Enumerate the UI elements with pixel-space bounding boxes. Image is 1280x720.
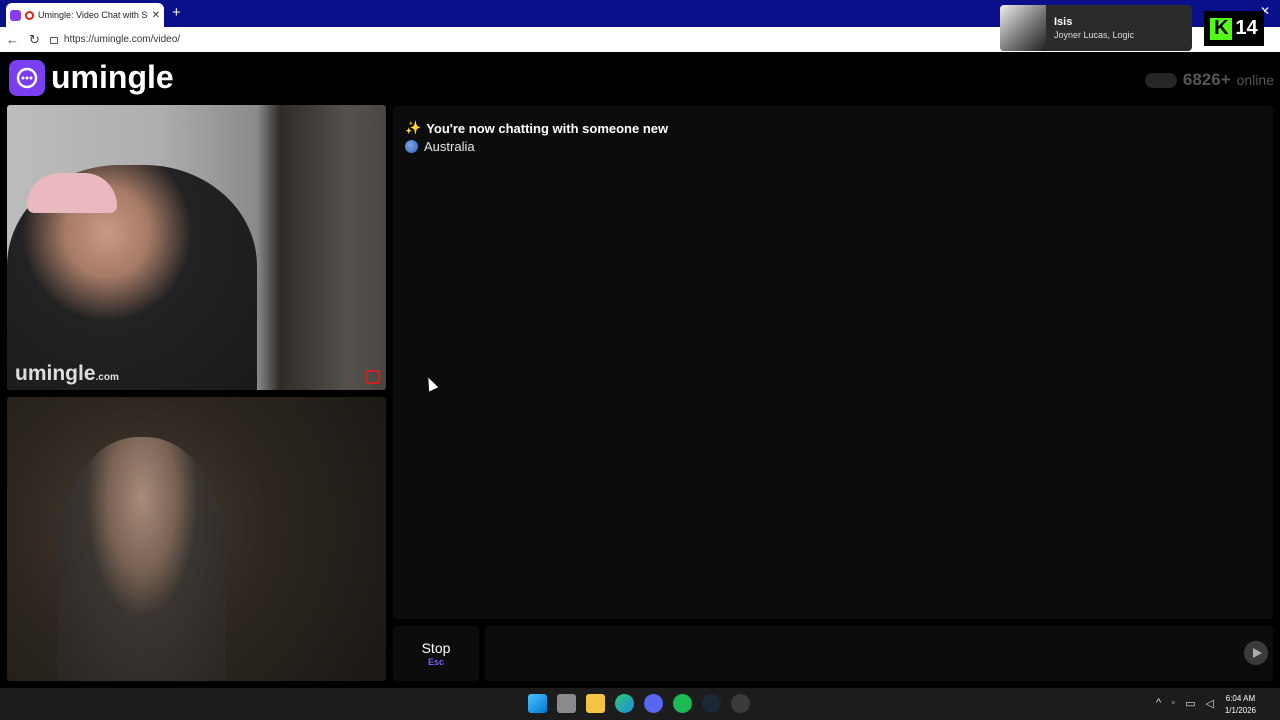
clock-date: 1/1/2026 <box>1224 706 1256 715</box>
stop-button[interactable]: Stop Esc <box>393 626 479 681</box>
sparkles-icon: ✨ <box>405 120 422 135</box>
new-tab-button[interactable]: + <box>172 4 181 21</box>
volume-icon[interactable]: ◁ <box>1206 697 1214 710</box>
song-title: Isis <box>1054 16 1073 28</box>
report-flag-icon[interactable] <box>366 370 380 384</box>
system-tray: ^ ◦ ▭ ◁ <box>1156 697 1214 710</box>
send-button[interactable] <box>1244 641 1268 665</box>
tab-title: Umingle: Video Chat with Stra <box>38 10 148 20</box>
online-count: 6826+ <box>1182 70 1231 89</box>
stranger-video: umingle.com <box>7 105 386 390</box>
theme-toggle[interactable] <box>1144 72 1177 88</box>
kick-logo-icon: K <box>1210 17 1233 40</box>
browser-tab[interactable]: Umingle: Video Chat with Stra ✕ <box>6 3 164 27</box>
url-field[interactable]: https://umingle.com/video/ <box>49 34 181 45</box>
recording-icon <box>25 10 34 20</box>
globe-icon <box>405 140 418 153</box>
chat-log: ✨ You're now chatting with someone new A… <box>393 106 1273 619</box>
online-label: online <box>1236 72 1274 88</box>
spotify-icon[interactable] <box>673 694 692 713</box>
self-video <box>7 397 386 681</box>
online-status: 6826+ online <box>1144 70 1274 90</box>
umingle-favicon-icon <box>10 9 21 21</box>
microphone-icon[interactable]: ◦ <box>1171 697 1175 710</box>
reload-icon[interactable]: ↻ <box>29 32 40 48</box>
logo-text: umingle <box>51 59 174 95</box>
self-person <box>57 437 227 681</box>
url-text: https://umingle.com/video/ <box>63 34 181 45</box>
country-name: Australia <box>424 139 475 154</box>
stop-shortcut: Esc <box>427 657 444 667</box>
lock-icon <box>49 37 58 44</box>
network-icon[interactable]: ▭ <box>1185 697 1195 710</box>
chat-message-input[interactable] <box>485 626 1273 681</box>
tab-close-icon[interactable]: ✕ <box>152 10 160 21</box>
file-explorer-icon[interactable] <box>586 694 605 713</box>
obs-icon[interactable] <box>731 694 750 713</box>
windows-start-icon[interactable] <box>528 694 547 713</box>
stranger-cap <box>27 173 117 213</box>
status-text: You're now chatting with someone new <box>426 120 669 136</box>
tray-chevron-icon[interactable]: ^ <box>1156 697 1161 710</box>
stranger-country: Australia <box>405 139 475 154</box>
album-cover <box>1000 5 1046 51</box>
stop-label: Stop <box>421 640 451 656</box>
now-playing-overlay: Isis Joyner Lucas, Logic <box>1000 5 1192 51</box>
kick-count: 14 <box>1235 17 1258 39</box>
send-icon <box>1252 648 1262 658</box>
taskbar-clock[interactable]: 6:04 AM 1/1/2026 <box>1225 693 1256 717</box>
discord-icon[interactable] <box>644 694 663 713</box>
steam-icon[interactable] <box>702 694 721 713</box>
video-watermark: umingle.com <box>15 362 119 385</box>
back-arrow-icon[interactable]: ← <box>6 32 19 47</box>
chat-bubble-icon <box>9 59 45 96</box>
song-artist: Joyner Lucas, Logic <box>1054 30 1135 40</box>
clock-time: 6:04 AM <box>1225 694 1256 703</box>
taskbar: ^ ◦ ▭ ◁ 6:04 AM 1/1/2026 <box>0 688 1280 720</box>
edge-browser-icon[interactable] <box>615 694 634 713</box>
site-logo[interactable]: umingle <box>9 59 174 96</box>
status-message: ✨ You're now chatting with someone new <box>405 120 668 136</box>
task-view-icon[interactable] <box>557 694 576 713</box>
kick-viewer-counter: K 14 <box>1204 11 1264 46</box>
